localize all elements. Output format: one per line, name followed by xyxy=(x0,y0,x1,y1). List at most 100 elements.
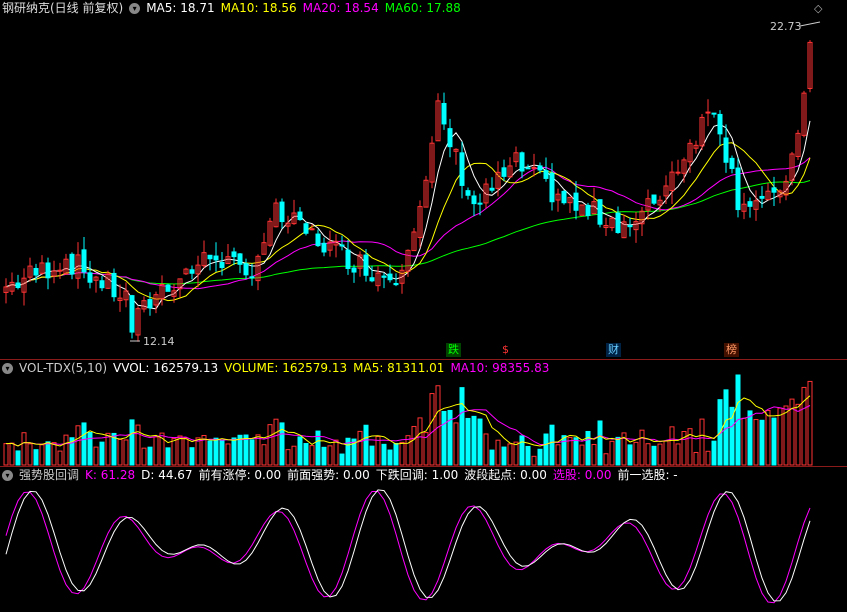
candle-body xyxy=(543,170,549,179)
chevron-down-icon[interactable]: ▾ xyxy=(2,469,13,481)
volume-bar xyxy=(213,437,219,466)
candle-body xyxy=(471,195,477,205)
volume-bar xyxy=(795,403,801,466)
volume-bar xyxy=(609,440,615,466)
candle-body xyxy=(573,192,579,211)
volume-bar xyxy=(801,386,807,466)
candle-body xyxy=(501,167,507,177)
candle-body xyxy=(243,263,249,276)
volume-bar xyxy=(645,443,651,466)
stock-title: 钢研纳克(日线 前复权) xyxy=(2,1,124,15)
volume-bar xyxy=(3,443,9,466)
volume-bar xyxy=(27,443,33,466)
volume-bar xyxy=(189,447,195,466)
volume-bar xyxy=(459,387,465,466)
volume-bar xyxy=(471,415,477,466)
volume-bar xyxy=(177,435,183,466)
candle-body xyxy=(537,165,543,171)
candle-body xyxy=(717,113,723,135)
volume-bar xyxy=(483,433,489,466)
vol-ma10-label: MA10: 98355.83 xyxy=(450,361,550,375)
volume-bar xyxy=(555,444,561,466)
candle-body xyxy=(723,137,729,163)
volume-bar xyxy=(807,380,813,466)
volume-bar xyxy=(291,445,297,466)
volume-bar xyxy=(273,418,279,466)
limit-up-label: 前有涨停: 0.00 xyxy=(198,468,282,482)
volume-bar xyxy=(675,443,681,466)
volume-bar xyxy=(57,450,63,466)
volume-bar xyxy=(219,439,225,466)
volume-bar xyxy=(225,443,231,466)
volume-bar xyxy=(585,430,591,466)
candle-body xyxy=(759,195,765,199)
candle-body xyxy=(339,244,345,247)
ma10-label: MA10: 18.56 xyxy=(220,1,297,15)
candle-body xyxy=(165,284,171,292)
candle-body xyxy=(69,253,75,275)
volume-bar xyxy=(147,446,153,466)
volume-bar xyxy=(705,450,711,466)
volume-bar xyxy=(435,385,441,466)
candle-body xyxy=(615,212,621,234)
volume-bar xyxy=(9,442,15,466)
candle-body xyxy=(531,166,537,169)
chevron-down-icon[interactable]: ▾ xyxy=(129,2,141,14)
candle-body xyxy=(381,275,387,278)
wave-start-label: 波段起点: 0.00 xyxy=(464,468,547,482)
volume-bar xyxy=(429,393,435,466)
ma5-line xyxy=(5,120,811,310)
volume-bar xyxy=(627,444,633,466)
volume-bar xyxy=(165,447,171,466)
candle-body xyxy=(651,194,657,204)
volume-bar xyxy=(507,443,513,466)
volume-bar xyxy=(387,449,393,466)
candle-body xyxy=(345,249,351,269)
candle-body xyxy=(549,172,555,203)
volume-bar xyxy=(195,437,201,466)
candle-body xyxy=(747,201,753,207)
candle-body xyxy=(561,190,567,204)
volume-bar xyxy=(399,441,405,466)
kline-chart[interactable] xyxy=(0,0,847,612)
ma20-label: MA20: 18.54 xyxy=(302,1,379,15)
candle-body xyxy=(213,255,219,261)
volume-bar xyxy=(81,422,87,466)
candle-body xyxy=(447,128,453,148)
volume-bar xyxy=(39,444,45,466)
volume-bar xyxy=(75,425,81,466)
volume-bar xyxy=(123,439,129,466)
volume-bar xyxy=(549,424,555,466)
chevron-down-icon[interactable]: ▾ xyxy=(2,362,13,374)
candle-body xyxy=(237,253,243,265)
volume-bar xyxy=(93,446,99,466)
candle-body xyxy=(735,167,741,211)
volume-bar xyxy=(633,441,639,466)
candle-body xyxy=(363,254,369,276)
candle-body xyxy=(729,157,735,169)
volume-bar xyxy=(321,446,327,466)
volume-bar xyxy=(699,418,705,466)
volume-label: VOLUME: 162579.13 xyxy=(224,361,348,375)
volume-bar xyxy=(519,435,525,466)
volume-bar xyxy=(489,449,495,466)
candle-body xyxy=(99,280,105,289)
candle-body xyxy=(111,272,117,298)
volume-bar xyxy=(495,439,501,466)
k-line xyxy=(5,491,811,604)
volume-bar xyxy=(417,417,423,466)
volume-bar xyxy=(171,438,177,466)
ma5-label: MA5: 18.71 xyxy=(146,1,215,15)
volume-bar xyxy=(669,426,675,466)
candle-body xyxy=(309,228,315,231)
candle-body xyxy=(207,254,213,260)
candle-body xyxy=(477,202,483,205)
d-line xyxy=(5,489,811,602)
volume-bar xyxy=(333,439,339,466)
candle-body xyxy=(597,199,603,225)
volume-bar xyxy=(363,424,369,466)
volume-bar xyxy=(405,435,411,466)
volume-bar xyxy=(141,447,147,466)
volume-bar xyxy=(579,444,585,466)
volume-bar xyxy=(303,443,309,466)
